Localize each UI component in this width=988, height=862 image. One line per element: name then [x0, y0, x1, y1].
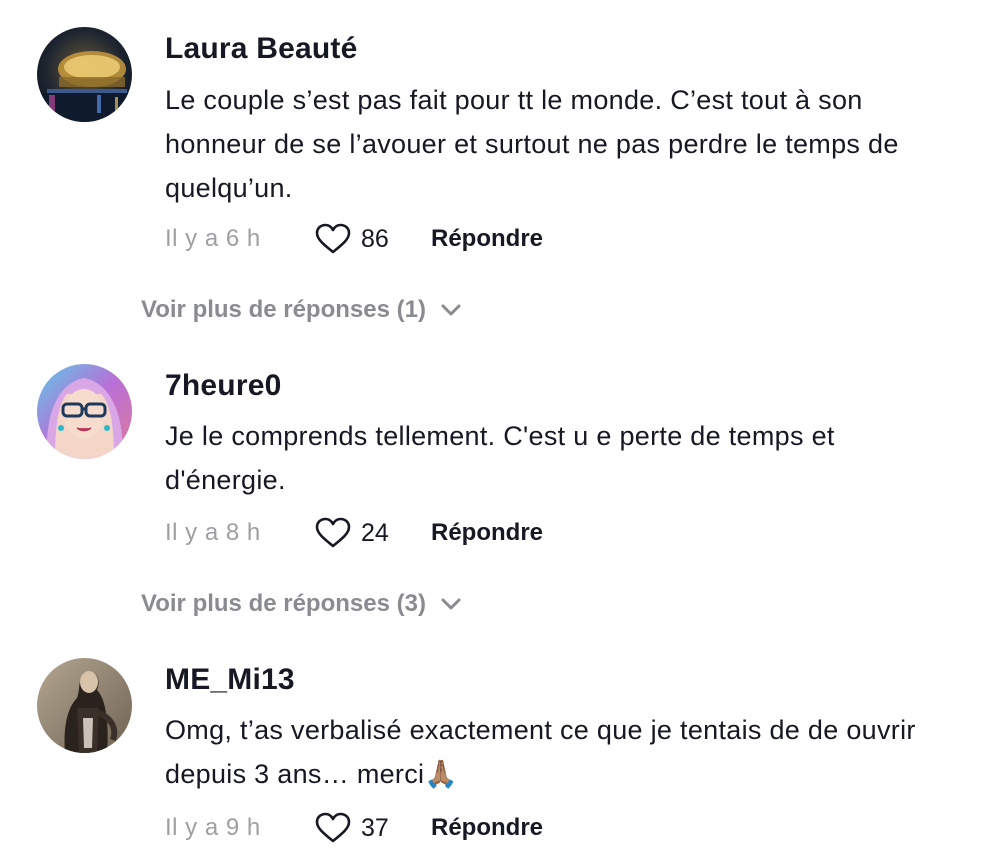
- comment-meta: Il y a 9 h 37 Répondre: [165, 808, 543, 848]
- comment-username[interactable]: Laura Beauté: [165, 32, 357, 66]
- comment-meta: Il y a 8 h 24 Répondre: [165, 513, 543, 553]
- view-more-replies-label: Voir plus de réponses (3): [141, 590, 426, 617]
- heart-outline-icon: [315, 517, 351, 548]
- like-button[interactable]: 37: [315, 812, 419, 844]
- reply-button[interactable]: Répondre: [431, 814, 543, 842]
- view-more-replies-button[interactable]: Voir plus de réponses (1): [141, 296, 462, 324]
- like-button[interactable]: 24: [315, 517, 419, 549]
- comment-text: Le couple s’est pas fait pour tt le mond…: [165, 85, 899, 203]
- like-count: 86: [361, 224, 389, 253]
- chevron-down-icon: [441, 304, 461, 316]
- comment-username[interactable]: ME_Mi13: [165, 663, 295, 697]
- like-button[interactable]: 86: [315, 223, 419, 255]
- avatar[interactable]: [37, 27, 132, 122]
- comment-timestamp: Il y a 8 h: [165, 519, 261, 546]
- comment-timestamp: Il y a 6 h: [165, 225, 261, 252]
- chevron-down-icon: [441, 598, 461, 610]
- comment-meta: Il y a 6 h 86 Répondre: [165, 219, 543, 259]
- avatar[interactable]: [37, 364, 132, 459]
- comment-username[interactable]: 7heure0: [165, 369, 281, 403]
- view-more-replies-label: Voir plus de réponses (1): [141, 296, 426, 323]
- avatar-image: [37, 658, 132, 753]
- reply-button[interactable]: Répondre: [431, 519, 543, 547]
- comment-text: Omg, t’as verbalisé exactement ce que je…: [165, 715, 916, 789]
- heart-outline-icon: [315, 812, 351, 843]
- reply-button[interactable]: Répondre: [431, 225, 543, 253]
- view-more-replies-button[interactable]: Voir plus de réponses (3): [141, 590, 462, 618]
- like-count: 37: [361, 813, 389, 842]
- comment-timestamp: Il y a 9 h: [165, 814, 261, 841]
- comment-text: Je le comprends tellement. C'est u e per…: [165, 421, 835, 495]
- avatar-image: [37, 364, 132, 459]
- avatar-image: [37, 27, 132, 122]
- heart-outline-icon: [315, 223, 351, 254]
- avatar[interactable]: [37, 658, 132, 753]
- like-count: 24: [361, 518, 389, 547]
